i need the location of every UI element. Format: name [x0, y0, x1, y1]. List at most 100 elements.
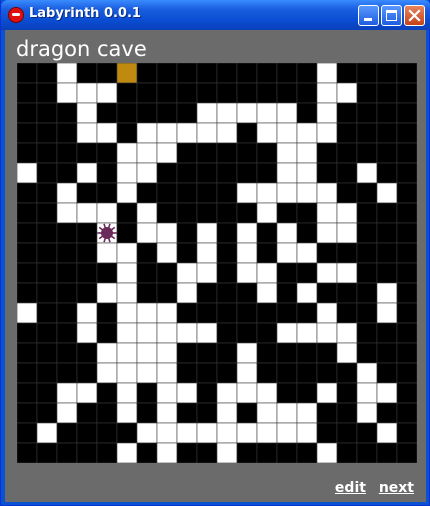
maze-path-cell[interactable]	[76, 122, 98, 144]
next-link[interactable]: next	[379, 480, 414, 496]
maze-path-cell[interactable]	[136, 162, 158, 184]
maze-path-cell[interactable]	[156, 422, 178, 444]
maze-path-cell[interactable]	[96, 122, 118, 144]
maze-path-cell[interactable]	[116, 302, 138, 324]
maze-path-cell[interactable]	[156, 222, 178, 244]
close-button[interactable]	[404, 5, 425, 26]
maze-path-cell[interactable]	[276, 242, 298, 264]
maze-path-cell[interactable]	[256, 202, 278, 224]
maze-path-cell[interactable]	[336, 82, 358, 104]
maze-path-cell[interactable]	[356, 362, 378, 384]
maze-path-cell[interactable]	[216, 102, 238, 124]
maze-path-cell[interactable]	[96, 362, 118, 384]
maze-path-cell[interactable]	[116, 322, 138, 344]
maze-path-cell[interactable]	[176, 282, 198, 304]
maze-path-cell[interactable]	[316, 322, 338, 344]
maze-path-cell[interactable]	[316, 82, 338, 104]
maze-path-cell[interactable]	[316, 222, 338, 244]
maze-path-cell[interactable]	[376, 382, 398, 404]
maze-path-cell[interactable]	[156, 362, 178, 384]
maze-path-cell[interactable]	[56, 202, 78, 224]
maze-path-cell[interactable]	[56, 63, 78, 84]
maze-path-cell[interactable]	[116, 382, 138, 404]
maze-path-cell[interactable]	[276, 162, 298, 184]
maze-path-cell[interactable]	[216, 422, 238, 444]
maze-path-cell[interactable]	[276, 122, 298, 144]
maze-path-cell[interactable]	[116, 362, 138, 384]
maze-path-cell[interactable]	[136, 142, 158, 164]
maze-path-cell[interactable]	[196, 242, 218, 264]
maze-path-cell[interactable]	[336, 222, 358, 244]
maze-path-cell[interactable]	[296, 422, 318, 444]
title-bar[interactable]: Labyrinth 0.0.1	[1, 0, 430, 30]
maze-path-cell[interactable]	[216, 442, 238, 463]
maze-path-cell[interactable]	[176, 122, 198, 144]
maze-path-cell[interactable]	[316, 202, 338, 224]
maze-path-cell[interactable]	[276, 322, 298, 344]
maze-path-cell[interactable]	[296, 162, 318, 184]
maze-path-cell[interactable]	[356, 162, 378, 184]
maze-path-cell[interactable]	[76, 322, 98, 344]
maze-path-cell[interactable]	[276, 402, 298, 424]
maze-path-cell[interactable]	[17, 302, 38, 324]
maze-path-cell[interactable]	[196, 422, 218, 444]
maze-board[interactable]	[17, 63, 417, 463]
maze-path-cell[interactable]	[236, 102, 258, 124]
maze-path-cell[interactable]	[156, 302, 178, 324]
maze-path-cell[interactable]	[236, 342, 258, 364]
maze-path-cell[interactable]	[76, 82, 98, 104]
maze-path-cell[interactable]	[236, 182, 258, 204]
maze-path-cell[interactable]	[156, 442, 178, 463]
maze-path-cell[interactable]	[136, 322, 158, 344]
maze-path-cell[interactable]	[136, 222, 158, 244]
maze-path-cell[interactable]	[216, 122, 238, 144]
maze-path-cell[interactable]	[176, 322, 198, 344]
maze-path-cell[interactable]	[296, 182, 318, 204]
maze-path-cell[interactable]	[96, 202, 118, 224]
maze-path-cell[interactable]	[136, 422, 158, 444]
maze-path-cell[interactable]	[276, 102, 298, 124]
maze-path-cell[interactable]	[256, 422, 278, 444]
maze-path-cell[interactable]	[216, 402, 238, 424]
maze-path-cell[interactable]	[56, 382, 78, 404]
maze-path-cell[interactable]	[116, 402, 138, 424]
maze-path-cell[interactable]	[136, 202, 158, 224]
maze-path-cell[interactable]	[356, 382, 378, 404]
maze-path-cell[interactable]	[156, 142, 178, 164]
maze-path-cell[interactable]	[316, 63, 338, 84]
maze-path-cell[interactable]	[276, 422, 298, 444]
maze-path-cell[interactable]	[376, 302, 398, 324]
maze-path-cell[interactable]	[76, 102, 98, 124]
maze-path-cell[interactable]	[196, 222, 218, 244]
maze-path-cell[interactable]	[376, 282, 398, 304]
minimize-button[interactable]	[358, 5, 379, 26]
maze-path-cell[interactable]	[96, 342, 118, 364]
maze-path-cell[interactable]	[76, 162, 98, 184]
maze-path-cell[interactable]	[296, 402, 318, 424]
maze-path-cell[interactable]	[136, 362, 158, 384]
maze-path-cell[interactable]	[116, 242, 138, 264]
maze-path-cell[interactable]	[17, 162, 38, 184]
maze-path-cell[interactable]	[236, 242, 258, 264]
maze-path-cell[interactable]	[256, 402, 278, 424]
maze-path-cell[interactable]	[336, 262, 358, 284]
maze-path-cell[interactable]	[256, 262, 278, 284]
maze-path-cell[interactable]	[116, 142, 138, 164]
maze-path-cell[interactable]	[76, 202, 98, 224]
maze-path-cell[interactable]	[316, 182, 338, 204]
maze-path-cell[interactable]	[96, 82, 118, 104]
maze-path-cell[interactable]	[196, 122, 218, 144]
maze-path-cell[interactable]	[116, 282, 138, 304]
maze-path-cell[interactable]	[216, 382, 238, 404]
maze-path-cell[interactable]	[196, 322, 218, 344]
maze-path-cell[interactable]	[316, 442, 338, 463]
maze-path-cell[interactable]	[176, 382, 198, 404]
maze-start-cell[interactable]	[116, 63, 138, 84]
maze-path-cell[interactable]	[136, 342, 158, 364]
maze-path-cell[interactable]	[316, 102, 338, 124]
maze-path-cell[interactable]	[236, 382, 258, 404]
maze-path-cell[interactable]	[296, 122, 318, 144]
maze-path-cell[interactable]	[176, 422, 198, 444]
maze-grid[interactable]	[17, 63, 417, 463]
maze-path-cell[interactable]	[356, 402, 378, 424]
